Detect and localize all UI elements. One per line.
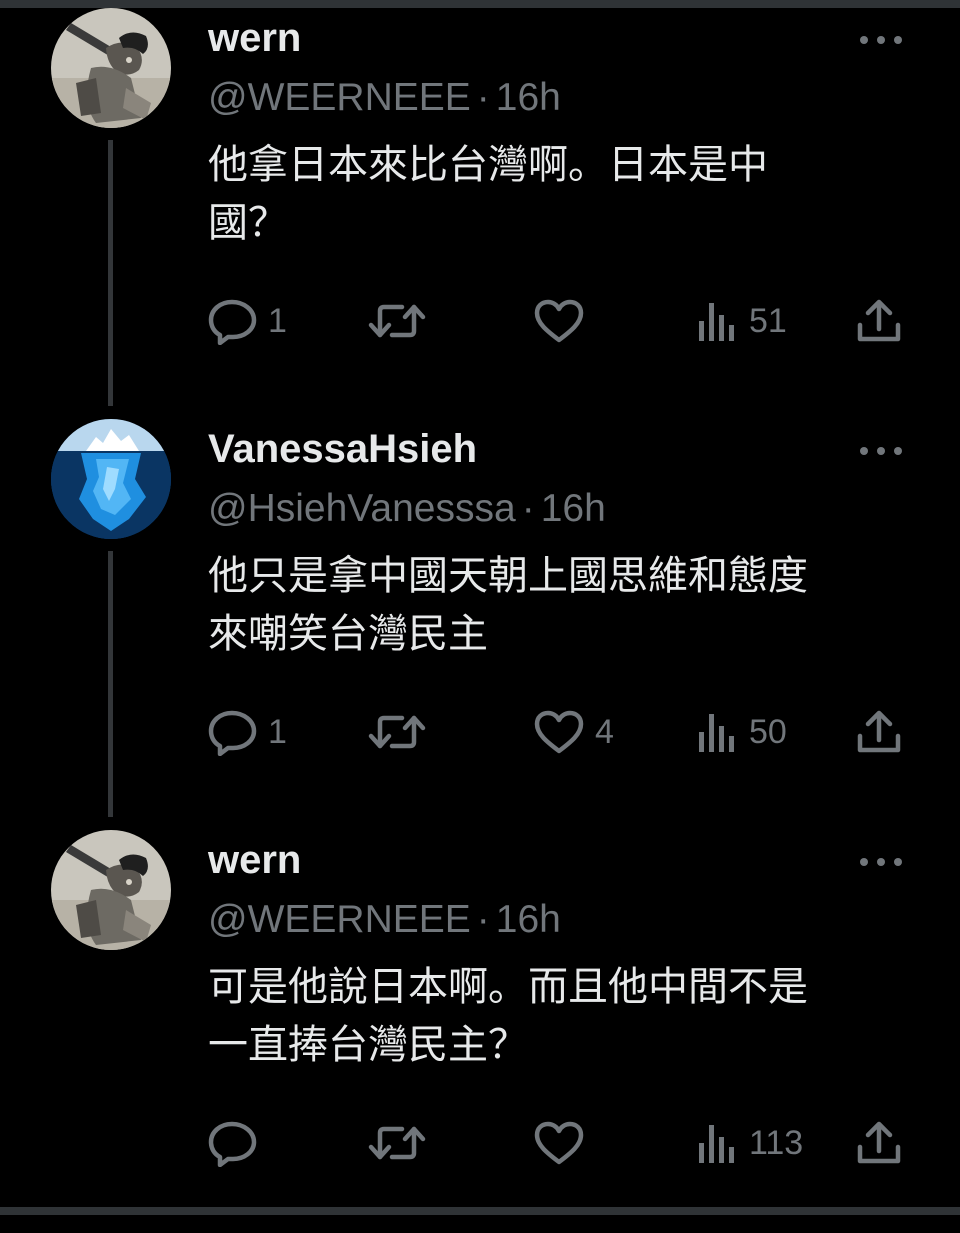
like-button[interactable]	[533, 1118, 595, 1168]
tweet-text: 可是他說日本啊。而且他中間不是 一直捧台灣民主？	[208, 958, 908, 1074]
views-icon	[699, 303, 734, 341]
tweet-meta: @WEERNEEE · 16h	[208, 895, 561, 945]
views-count: 51	[749, 301, 787, 340]
timestamp[interactable]: 16h	[496, 898, 561, 941]
share-button[interactable]	[855, 296, 903, 346]
tweet-text: 他拿日本來比台灣啊。日本是中 國？	[208, 136, 908, 252]
retweet-icon	[368, 304, 426, 338]
bottom-divider	[0, 1207, 960, 1215]
more-options-button[interactable]	[856, 842, 906, 882]
views-button[interactable]: 113	[695, 1118, 803, 1168]
tweet[interactable]: VanessaHsieh @HsiehVanesssa · 16h 他只是拿中國天朝…	[0, 411, 960, 822]
share-icon	[857, 299, 901, 342]
reply-icon	[208, 299, 257, 345]
tweet-text: 他只是拿中國天朝上國思維和態度 來嘲笑台灣民主	[208, 547, 908, 663]
meta-separator: ·	[521, 487, 535, 530]
like-button[interactable]: 4	[533, 707, 614, 757]
tweet-text-line: 國？	[208, 200, 288, 246]
share-button[interactable]	[855, 707, 903, 757]
more-icon	[860, 36, 902, 44]
display-name[interactable]: wern	[208, 834, 301, 886]
views-count: 50	[749, 712, 787, 751]
reply-count: 1	[268, 301, 287, 340]
timestamp[interactable]: 16h	[496, 76, 561, 119]
reply-button[interactable]: 1	[208, 296, 287, 346]
reply-button[interactable]	[208, 1118, 268, 1168]
like-icon	[534, 299, 584, 343]
reply-button[interactable]: 1	[208, 707, 287, 757]
tweet-text-line: 可是他說日本啊。而且他中間不是	[208, 964, 808, 1010]
tweet-meta: @HsiehVanesssa · 16h	[208, 484, 606, 534]
avatar[interactable]	[51, 8, 171, 128]
thread-line	[108, 140, 113, 406]
views-icon	[699, 714, 734, 752]
tweet-text-line: 他拿日本來比台灣啊。日本是中	[208, 142, 768, 188]
share-button[interactable]	[855, 1118, 903, 1168]
more-icon	[860, 447, 902, 455]
iceberg-avatar-image	[51, 419, 171, 539]
tweet-meta: @WEERNEEE · 16h	[208, 73, 561, 123]
handle[interactable]: @HsiehVanesssa	[208, 487, 516, 530]
timestamp[interactable]: 16h	[541, 487, 606, 530]
thread-line	[108, 551, 113, 817]
more-options-button[interactable]	[856, 431, 906, 471]
display-name[interactable]: VanessaHsieh	[208, 423, 477, 475]
retweet-icon	[368, 1126, 426, 1160]
reply-icon	[208, 710, 257, 756]
robot-figure-avatar-image	[51, 8, 171, 128]
retweet-button[interactable]	[368, 1118, 436, 1168]
more-options-button[interactable]	[856, 20, 906, 60]
avatar[interactable]	[51, 830, 171, 950]
avatar[interactable]	[51, 419, 171, 539]
like-count: 4	[595, 712, 614, 751]
views-count: 113	[749, 1123, 804, 1162]
tweet-text-line: 來嘲笑台灣民主	[208, 611, 488, 657]
tweet-text-line: 他只是拿中國天朝上國思維和態度	[208, 553, 808, 599]
handle[interactable]: @WEERNEEE	[208, 76, 471, 119]
reply-icon	[208, 1121, 257, 1167]
share-icon	[857, 710, 901, 753]
handle[interactable]: @WEERNEEE	[208, 898, 471, 941]
retweet-icon	[368, 715, 426, 749]
like-icon	[534, 710, 584, 754]
tweet[interactable]: wern @WEERNEEE · 16h 可是他說日本啊。而且他中間不是 一直捧台灣…	[0, 822, 960, 1233]
tweet[interactable]: wern @WEERNEEE·16h 他拿日本來比台灣啊。日本是中 國？ 1	[0, 0, 960, 411]
views-icon	[699, 1125, 734, 1163]
like-button[interactable]	[533, 296, 595, 346]
like-icon	[534, 1121, 584, 1165]
display-name[interactable]: wern	[208, 12, 301, 64]
meta-separator: ·	[476, 898, 490, 941]
share-icon	[857, 1121, 901, 1164]
meta-separator: ·	[476, 76, 490, 119]
tweet-text-line: 一直捧台灣民主？	[208, 1022, 528, 1068]
views-button[interactable]: 51	[695, 296, 787, 346]
retweet-button[interactable]	[368, 707, 436, 757]
retweet-button[interactable]	[368, 296, 436, 346]
robot-figure-avatar-image	[51, 830, 171, 950]
reply-count: 1	[268, 712, 287, 751]
more-icon	[860, 858, 902, 866]
views-button[interactable]: 50	[695, 707, 787, 757]
